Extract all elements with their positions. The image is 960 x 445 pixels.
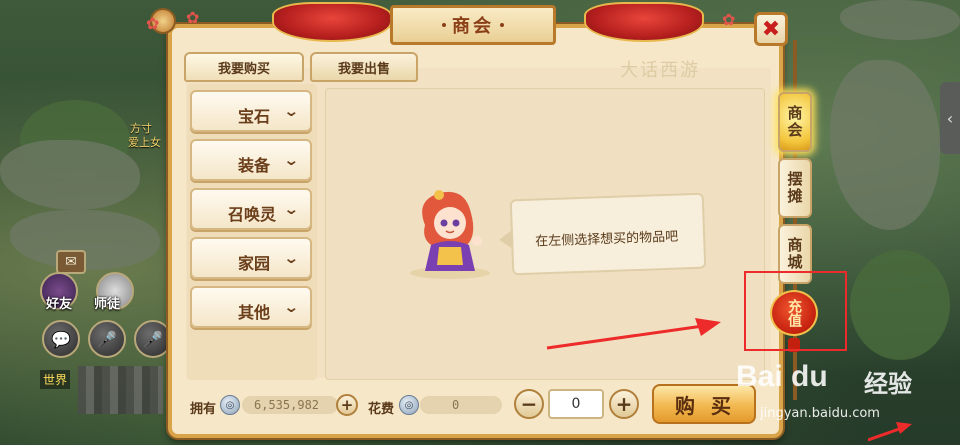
panel-watermark: 大话西游	[620, 60, 700, 81]
hud-player-title: 爱上女	[128, 136, 161, 149]
voice-icon[interactable]: 🎤	[134, 320, 172, 358]
flower-icon: ✿	[146, 14, 160, 33]
voice-icon[interactable]: 🎤	[88, 320, 126, 358]
cost-value-text: 0	[452, 398, 460, 412]
mail-icon[interactable]: ✉	[56, 250, 86, 274]
world-chat-tag[interactable]: 世界	[40, 370, 71, 389]
quantity-input[interactable]: 0	[548, 389, 604, 419]
bubble-tail	[498, 229, 514, 250]
category-label: 宝石	[238, 107, 271, 126]
category-label: 其他	[238, 303, 271, 322]
title-dot	[500, 23, 504, 27]
chevron-down-icon: ⌄	[283, 249, 300, 267]
ribbon-decoration-left	[272, 2, 392, 42]
flower-icon: ✿	[186, 8, 200, 27]
chevron-down-icon: ⌄	[283, 102, 300, 120]
cost-label: 花费	[368, 402, 395, 417]
baidu-url: jingyan.baidu.com	[760, 406, 880, 421]
cost-value: 0	[420, 396, 502, 414]
own-value-text: 6,535,982	[254, 398, 320, 412]
ribbon-decoration-right	[584, 2, 704, 42]
blurred-chat-area	[78, 366, 163, 414]
master-label: 师徒	[94, 297, 121, 312]
red-arrow-icon	[546, 318, 721, 350]
own-value: 6,535,982	[242, 396, 338, 414]
category-label: 装备	[238, 156, 271, 175]
silver-coin-icon: ◎	[220, 395, 240, 415]
friends-label: 好友	[46, 297, 73, 312]
own-label: 拥有	[190, 402, 217, 417]
increase-quantity-button[interactable]: +	[609, 389, 639, 419]
category-home[interactable]: 家园 ⌄	[190, 237, 312, 279]
shopkeeper-character	[410, 190, 490, 279]
baidu-logo: Bai du	[736, 360, 828, 393]
decrease-quantity-button[interactable]: −	[514, 389, 544, 419]
chevron-down-icon: ⌄	[283, 151, 300, 169]
tree-foliage	[850, 250, 950, 360]
category-other[interactable]: 其他 ⌄	[190, 286, 312, 328]
chevron-down-icon: ⌄	[283, 200, 300, 218]
category-label: 家园	[238, 254, 271, 273]
side-tab-stall[interactable]: 摆摊	[778, 158, 812, 218]
side-tab-chamber[interactable]: 商会	[778, 92, 812, 152]
baidu-experience-text: 经验	[864, 370, 912, 398]
tab-buy[interactable]: 我要购买	[184, 52, 304, 82]
hint-bubble: 在左侧选择想买的物品吧	[498, 192, 707, 276]
close-button[interactable]: ✖	[754, 12, 788, 46]
category-equipment[interactable]: 装备 ⌄	[190, 139, 312, 181]
window-title: 商会	[390, 5, 556, 45]
category-label: 召唤灵	[228, 205, 277, 224]
highlight-box	[744, 271, 847, 351]
title-dot	[442, 23, 446, 27]
category-gems[interactable]: 宝石 ⌄	[190, 90, 312, 132]
window-title-text: 商会	[452, 16, 494, 37]
chevron-down-icon: ⌄	[283, 298, 300, 316]
silver-coin-icon: ◎	[399, 395, 419, 415]
flower-icon: ✿	[722, 10, 736, 29]
add-currency-button[interactable]: +	[336, 394, 358, 416]
side-collapse-tab[interactable]: ‹	[940, 82, 960, 154]
close-icon: ✖	[761, 16, 781, 42]
red-arrow-icon	[868, 422, 912, 442]
hint-text: 在左侧选择想买的物品吧	[534, 229, 679, 250]
tab-sell[interactable]: 我要出售	[310, 52, 418, 82]
chat-icon[interactable]: 💬	[42, 320, 80, 358]
category-summon[interactable]: 召唤灵 ⌄	[190, 188, 312, 230]
